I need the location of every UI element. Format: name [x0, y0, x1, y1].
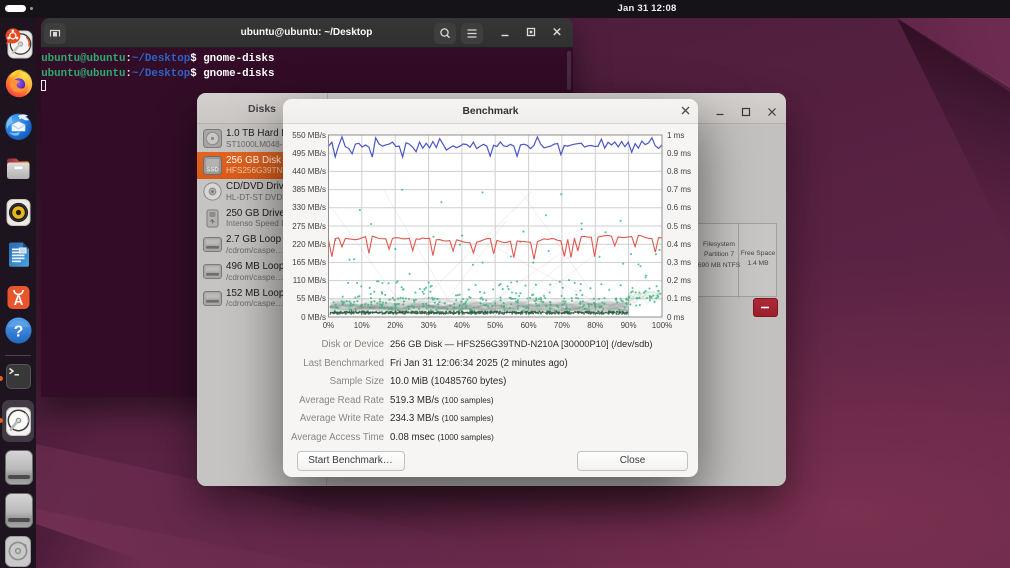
- svg-text:SSD: SSD: [206, 167, 219, 173]
- svg-text:?: ?: [14, 323, 24, 340]
- svg-text:A: A: [14, 293, 24, 308]
